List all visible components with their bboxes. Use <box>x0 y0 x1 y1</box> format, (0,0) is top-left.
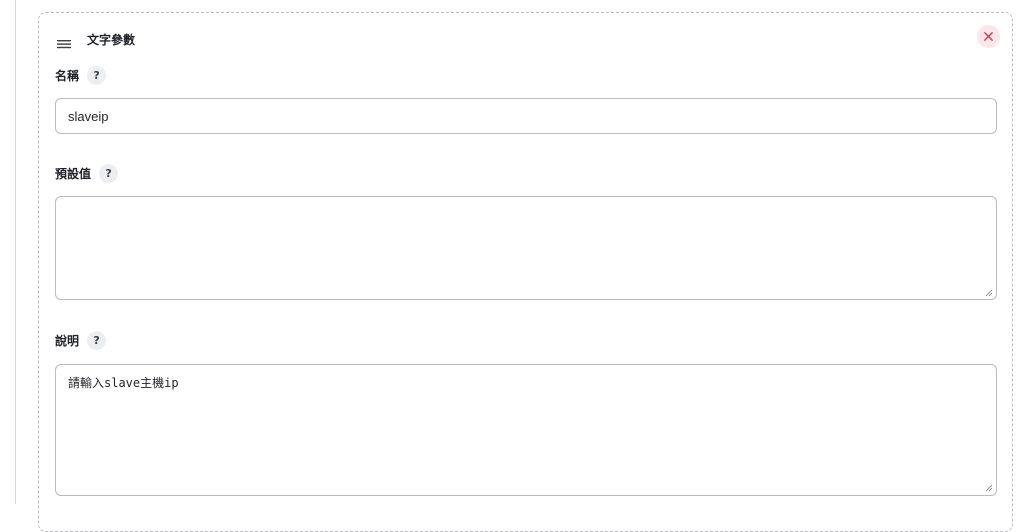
name-input[interactable] <box>55 98 997 134</box>
resize-handle-icon[interactable] <box>985 289 993 297</box>
description-field-label: 說明 ? <box>55 331 107 350</box>
string-parameter-card: 文字參數 名稱 ? 預設值 ? 說明 ? 請輸入slave主機ip <box>38 12 1013 532</box>
description-textarea[interactable]: 請輸入slave主機ip <box>55 364 997 496</box>
description-label: 說明 <box>55 334 80 348</box>
name-field-label: 名稱 ? <box>55 66 107 85</box>
default-value-label: 預設值 <box>55 167 92 181</box>
name-help-icon[interactable]: ? <box>87 66 107 85</box>
description-help-icon[interactable]: ? <box>87 331 107 350</box>
name-label: 名稱 <box>55 69 80 83</box>
close-button[interactable] <box>977 25 1000 48</box>
default-value-help-icon[interactable]: ? <box>99 164 119 183</box>
card-title: 文字參數 <box>87 32 136 47</box>
drag-handle-icon[interactable] <box>57 34 71 49</box>
default-value-textarea[interactable] <box>55 196 997 300</box>
page-left-border <box>15 0 16 504</box>
resize-handle-icon[interactable] <box>985 484 993 492</box>
card-header: 文字參數 <box>57 30 136 49</box>
default-value-field-label: 預設值 ? <box>55 164 119 183</box>
close-icon <box>984 32 993 41</box>
